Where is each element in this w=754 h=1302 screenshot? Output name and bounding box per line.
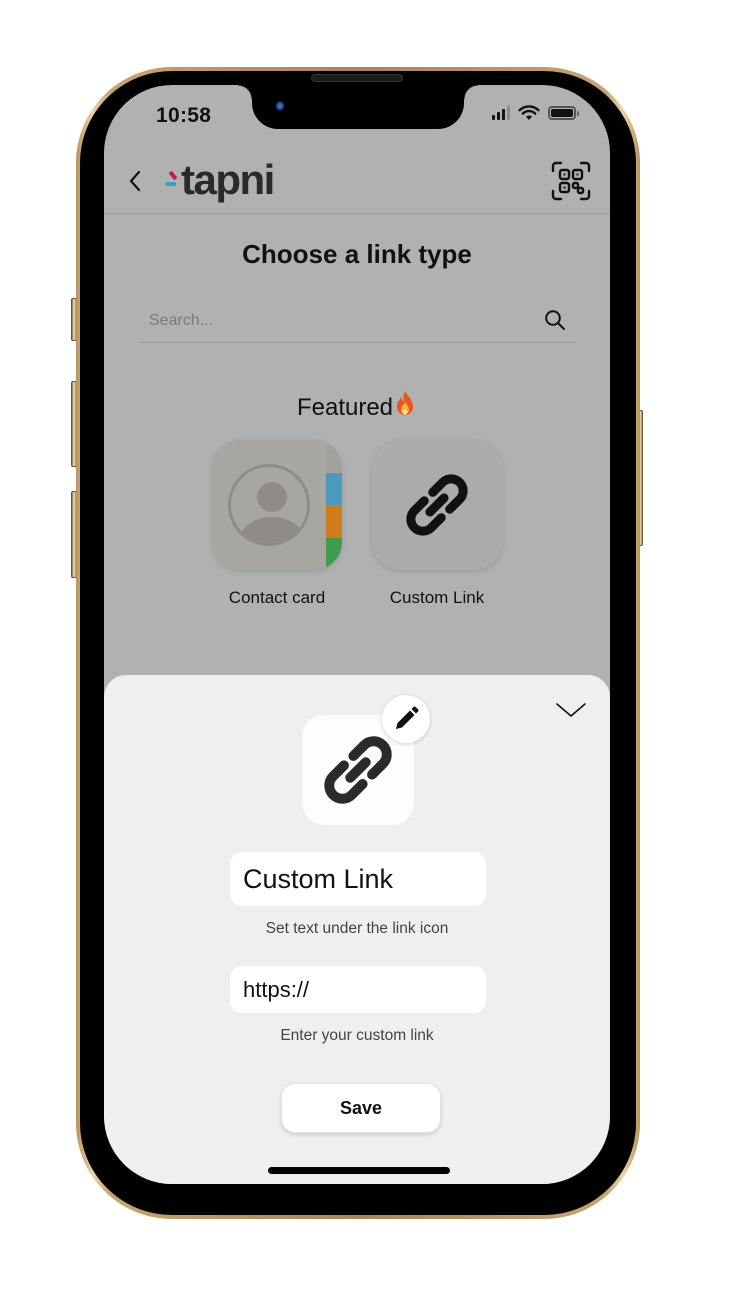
contact-avatar-icon <box>228 464 310 546</box>
contact-card-icon[interactable] <box>212 440 342 570</box>
phone-screen: 10:58 tapni Choose a link type Search...… <box>104 85 610 1184</box>
wifi-icon <box>518 105 540 120</box>
app-header: tapni <box>104 145 610 214</box>
logo-text: tapni <box>181 156 275 203</box>
search-bar <box>140 299 576 343</box>
featured-item-label: Custom Link <box>389 588 485 607</box>
chevron-down-icon[interactable] <box>554 697 588 721</box>
link-url-input[interactable] <box>230 966 486 1013</box>
status-icons <box>492 105 579 121</box>
pencil-icon <box>396 706 419 729</box>
contact-tabs <box>326 440 342 570</box>
link-title-input[interactable] <box>230 852 486 906</box>
featured-heading: Featured <box>104 390 610 422</box>
featured-item-custom-link[interactable]: Custom Link <box>372 440 502 608</box>
page-title: Choose a link type <box>242 239 472 269</box>
tapni-logo: tapni <box>166 155 275 205</box>
qr-code-scan-icon[interactable] <box>550 160 592 202</box>
search-icon[interactable] <box>544 309 566 331</box>
featured-item-label: Contact card <box>228 588 326 607</box>
back-chevron-icon[interactable] <box>126 169 144 193</box>
edit-icon-button[interactable] <box>382 695 430 743</box>
link-title-helper: Set text under the link icon <box>265 920 449 937</box>
custom-link-sheet: Set text under the link icon Enter your … <box>104 675 610 1184</box>
status-time: 10:58 <box>156 104 212 127</box>
fire-emoji-icon <box>397 391 414 415</box>
link-icon <box>406 474 468 536</box>
cellular-signal-icon <box>492 106 510 120</box>
link-url-helper: Enter your custom link <box>280 1027 434 1044</box>
speaker-grille <box>311 74 403 82</box>
home-indicator[interactable] <box>268 1167 450 1174</box>
featured-item-contact-card[interactable]: Contact card <box>212 440 342 608</box>
front-camera <box>276 101 284 111</box>
save-button[interactable]: Save <box>281 1083 441 1133</box>
logo-mark-icon <box>166 165 180 195</box>
link-tile[interactable] <box>372 440 502 570</box>
battery-icon <box>548 106 579 120</box>
search-input[interactable] <box>140 299 576 342</box>
featured-title-text: Featured <box>296 394 394 421</box>
notch <box>238 85 478 129</box>
featured-list: Contact card Custom Link <box>212 440 502 608</box>
link-icon <box>324 736 392 804</box>
